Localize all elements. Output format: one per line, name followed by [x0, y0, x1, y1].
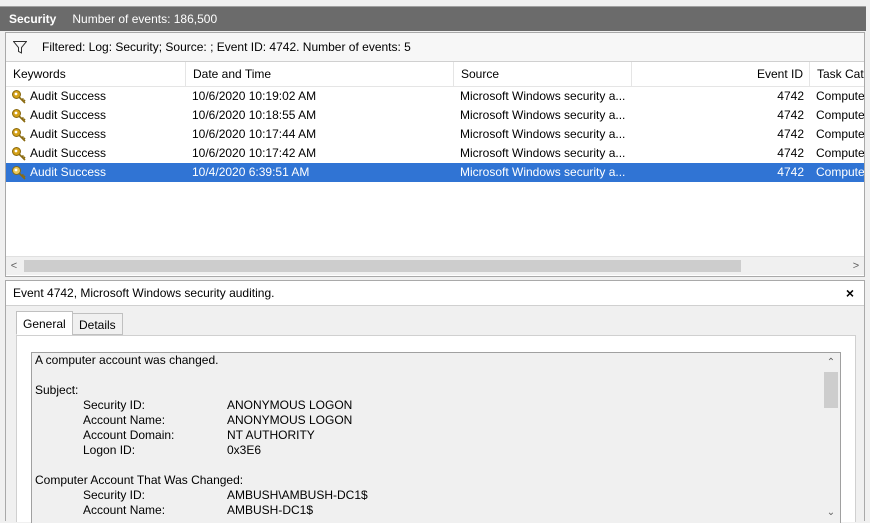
cell-keywords: Audit Success	[30, 89, 107, 103]
field-label: Security ID:	[83, 398, 146, 412]
key-icon	[11, 165, 27, 181]
log-title-bar: Security Number of events: 186,500	[0, 6, 866, 31]
cell-keywords: Audit Success	[30, 146, 107, 160]
cell-date-time: 10/6/2020 10:17:44 AM	[192, 127, 317, 141]
horizontal-scroll-thumb[interactable]	[24, 260, 741, 272]
field-value: AMBUSH-DC1$	[227, 503, 314, 517]
field-value: AMBUSH\AMBUSH-DC1$	[227, 488, 368, 502]
field-label: Account Domain:	[83, 428, 175, 442]
cell-date-time: 10/6/2020 10:18:55 AM	[192, 108, 317, 122]
event-description-box[interactable]: A computer account was changed. Subject:…	[31, 352, 841, 523]
table-row[interactable]: Audit Success 10/6/2020 10:19:02 AM Micr…	[6, 87, 864, 106]
cell-source: Microsoft Windows security a...	[460, 127, 626, 141]
funnel-icon	[11, 39, 29, 55]
cell-task-category: Compute	[816, 127, 864, 141]
field-label: Security ID:	[83, 488, 146, 502]
key-icon	[11, 127, 27, 143]
cell-date-time: 10/4/2020 6:39:51 AM	[192, 165, 310, 179]
subject-logon-id-row: Logon ID: 0x3E6	[35, 443, 815, 458]
vertical-scroll-thumb[interactable]	[824, 372, 838, 408]
cell-keywords: Audit Success	[30, 165, 107, 179]
cell-task-category: Compute	[816, 165, 864, 179]
event-count: Number of events: 186,500	[72, 12, 218, 26]
table-row[interactable]: Audit Success 10/4/2020 6:39:51 AM Micro…	[6, 163, 864, 182]
subject-security-id-row: Security ID: ANONYMOUS LOGON	[35, 398, 815, 413]
cell-source: Microsoft Windows security a...	[460, 146, 626, 160]
cell-date-time: 10/6/2020 10:17:42 AM	[192, 146, 317, 160]
tab-details[interactable]: Details	[72, 313, 123, 335]
column-date-time[interactable]: Date and Time	[186, 62, 454, 86]
changed-security-id-row: Security ID: AMBUSH\AMBUSH-DC1$	[35, 488, 815, 503]
column-header: Keywords Date and Time Source Event ID T…	[6, 62, 864, 87]
field-value: NT AUTHORITY	[227, 428, 315, 442]
event-list-pane: Filtered: Log: Security; Source: ; Event…	[5, 32, 865, 277]
scroll-up-icon[interactable]: ⌃	[822, 355, 840, 371]
filter-bar: Filtered: Log: Security; Source: ; Event…	[6, 33, 864, 62]
subject-account-name-row: Account Name: ANONYMOUS LOGON	[35, 413, 815, 428]
cell-event-id: 4742	[777, 127, 804, 141]
horizontal-scrollbar[interactable]: < >	[6, 256, 864, 275]
detail-title: Event 4742, Microsoft Windows security a…	[13, 286, 275, 300]
field-value: 0x3E6	[227, 443, 262, 457]
subject-heading: Subject:	[35, 383, 79, 397]
cell-event-id: 4742	[777, 165, 804, 179]
field-value: ANONYMOUS LOGON	[227, 398, 353, 412]
table-row[interactable]: Audit Success 10/6/2020 10:17:42 AM Micr…	[6, 144, 864, 163]
cell-task-category: Compute	[816, 108, 864, 122]
cell-source: Microsoft Windows security a...	[460, 108, 626, 122]
scroll-right-icon[interactable]: >	[848, 257, 864, 275]
subject-account-domain-row: Account Domain: NT AUTHORITY	[35, 428, 815, 443]
tab-general[interactable]: General	[16, 311, 73, 335]
table-row[interactable]: Audit Success 10/6/2020 10:17:44 AM Micr…	[6, 125, 864, 144]
cell-source: Microsoft Windows security a...	[460, 89, 626, 103]
changed-account-name-row: Account Name: AMBUSH-DC1$	[35, 503, 815, 518]
cell-keywords: Audit Success	[30, 108, 107, 122]
cell-task-category: Compute	[816, 89, 864, 103]
description-line: A computer account was changed.	[35, 353, 219, 367]
column-event-id[interactable]: Event ID	[632, 62, 810, 86]
column-task-category[interactable]: Task Cate	[810, 62, 864, 86]
filter-text: Filtered: Log: Security; Source: ; Event…	[42, 40, 411, 54]
vertical-scrollbar[interactable]: ⌃ ⌄	[822, 353, 840, 523]
detail-header: Event 4742, Microsoft Windows security a…	[6, 281, 864, 306]
key-icon	[11, 146, 27, 162]
cell-event-id: 4742	[777, 108, 804, 122]
cell-event-id: 4742	[777, 146, 804, 160]
event-detail-pane: Event 4742, Microsoft Windows security a…	[5, 280, 865, 523]
cell-date-time: 10/6/2020 10:19:02 AM	[192, 89, 317, 103]
field-label: Account Name:	[83, 503, 166, 517]
column-source[interactable]: Source	[454, 62, 632, 86]
cell-event-id: 4742	[777, 89, 804, 103]
event-rows: Audit Success 10/6/2020 10:19:02 AM Micr…	[6, 87, 864, 182]
changed-account-heading: Computer Account That Was Changed:	[35, 473, 244, 487]
field-value: ANONYMOUS LOGON	[227, 413, 353, 427]
table-row[interactable]: Audit Success 10/6/2020 10:18:55 AM Micr…	[6, 106, 864, 125]
scroll-left-icon[interactable]: <	[6, 257, 22, 275]
column-keywords[interactable]: Keywords	[6, 62, 186, 86]
close-icon[interactable]: ×	[846, 281, 854, 305]
field-label: Account Name:	[83, 413, 166, 427]
key-icon	[11, 89, 27, 105]
general-tab-body: A computer account was changed. Subject:…	[16, 335, 856, 523]
key-icon	[11, 108, 27, 124]
field-label: Logon ID:	[83, 443, 136, 457]
cell-task-category: Compute	[816, 146, 864, 160]
log-name: Security	[9, 12, 57, 26]
scroll-down-icon[interactable]: ⌄	[822, 505, 840, 521]
cell-keywords: Audit Success	[30, 127, 107, 141]
cell-source: Microsoft Windows security a...	[460, 165, 626, 179]
